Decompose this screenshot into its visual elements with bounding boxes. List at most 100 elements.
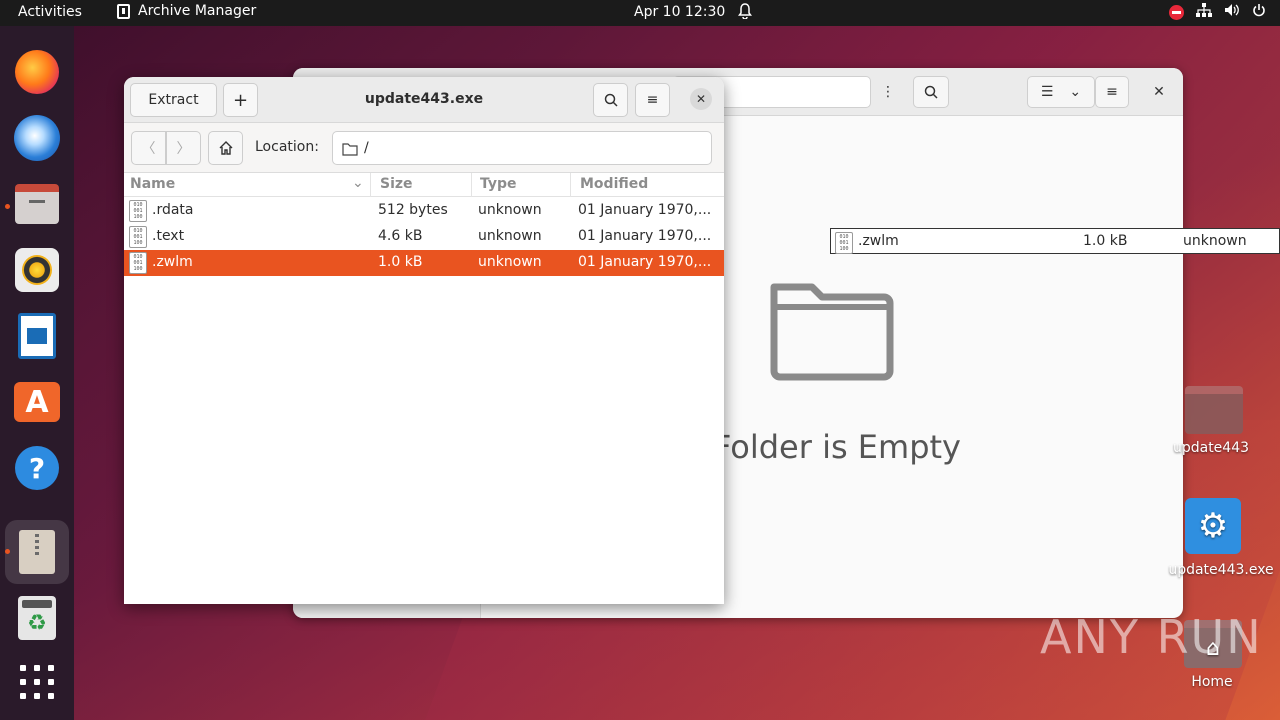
back-button[interactable]: 〈 (131, 131, 166, 165)
watermark: ANY RUN (1040, 610, 1263, 664)
archive-manager-window: Extract + update443.exe ≡ ✕ 〈 〉 Location… (124, 77, 724, 604)
close-icon: ✕ (695, 92, 707, 106)
view-toggle-button[interactable]: ☰ ⌄ (1027, 76, 1095, 108)
binary-file-icon: 010 001 100 (129, 252, 147, 274)
file-type: unknown (478, 202, 542, 218)
rhythmbox-icon (15, 248, 59, 292)
binary-file-icon: 010 001 100 (129, 200, 147, 222)
network-icon (1196, 3, 1212, 21)
desktop-icon-label: Home (1191, 674, 1233, 690)
search-button[interactable] (593, 83, 628, 117)
file-name: .zwlm (152, 254, 193, 270)
dock-files[interactable] (13, 180, 61, 228)
dock-trash[interactable]: ♻ (13, 594, 61, 642)
dock-rhythmbox[interactable] (13, 246, 61, 294)
home-icon (219, 141, 232, 155)
location-toolbar: 〈 〉 Location: / (124, 123, 724, 173)
fm-menu-button[interactable]: ≡ (1095, 76, 1129, 108)
column-size[interactable]: Size (380, 176, 413, 192)
forward-button[interactable]: 〉 (166, 131, 201, 165)
file-type: unknown (478, 228, 542, 244)
desktop-icon-exe[interactable]: ⚙ update443.exe (1168, 498, 1280, 578)
fm-close-button[interactable]: ✕ (1145, 76, 1173, 108)
location-field[interactable]: / (332, 131, 712, 165)
chevron-left-icon: 〈 (141, 141, 156, 157)
dock-firefox[interactable] (13, 48, 61, 96)
close-button[interactable]: ✕ (690, 88, 712, 110)
file-modified: 01 January 1970,... (578, 202, 712, 218)
archive-manager-icon (19, 530, 55, 574)
dock-writer[interactable] (13, 312, 61, 360)
column-name[interactable]: Name (130, 176, 175, 192)
show-apps-icon (20, 665, 54, 699)
do-not-disturb-icon (1169, 4, 1184, 20)
thunderbird-icon (14, 115, 60, 161)
home-button[interactable] (208, 131, 243, 165)
menu-button[interactable]: ≡ (635, 83, 670, 117)
app-center-icon: A (14, 382, 60, 422)
file-modified: 01 January 1970,... (578, 254, 712, 270)
gear-icon: ⚙ (1185, 498, 1241, 554)
file-size: 4.6 kB (378, 228, 423, 244)
chevron-right-icon: 〉 (176, 141, 191, 157)
firefox-icon (15, 50, 59, 94)
column-type[interactable]: Type (480, 176, 517, 192)
file-row-selected[interactable]: 010 001 100 .zwlm 1.0 kB unknown 01 Januar… (124, 250, 724, 276)
sort-chevron-down-icon: ⌄ (352, 175, 364, 191)
search-icon (604, 93, 618, 107)
binary-file-icon: 010 001 100 (129, 226, 147, 248)
hamburger-icon: ≡ (1106, 84, 1118, 100)
file-row[interactable]: 010 001 100 .rdata 512 bytes unknown 01 Ja… (124, 198, 724, 224)
notification-bell-icon[interactable] (738, 3, 752, 23)
desktop-icon-folder[interactable]: update443 (1173, 386, 1280, 456)
file-name: .rdata (152, 202, 194, 218)
dock-show-apps[interactable] (13, 658, 61, 706)
fm-search-button[interactable] (913, 76, 949, 108)
location-label: Location: (255, 139, 319, 155)
dock-thunderbird[interactable] (13, 114, 61, 162)
dock-archive-manager[interactable] (13, 528, 61, 576)
dock-app-center[interactable]: A (13, 378, 61, 426)
window-title: update443.exe (364, 91, 484, 107)
file-name: .text (152, 228, 185, 244)
file-size: 1.0 kB (378, 254, 423, 270)
running-indicator (5, 549, 10, 554)
column-modified[interactable]: Modified (580, 176, 648, 192)
volume-icon (1224, 3, 1240, 21)
empty-folder-message: Folder is Empty (713, 428, 961, 466)
file-modified: 01 January 1970,... (578, 228, 712, 244)
drag-ghost-row: 010 001 100 .zwlm 1.0 kB unknown (830, 228, 1280, 254)
activities-button[interactable]: Activities (18, 4, 82, 20)
dock: A ? ♻ (0, 26, 74, 720)
list-view-icon: ☰ (1040, 84, 1054, 100)
close-icon: ✕ (1153, 84, 1165, 100)
desktop-icon-label: update443.exe (1168, 562, 1274, 578)
binary-file-icon: 010 001 100 (835, 232, 853, 254)
system-tray[interactable] (1169, 3, 1266, 21)
help-icon: ? (15, 446, 59, 490)
app-menu-label: Archive Manager (138, 3, 257, 19)
column-headers: Name ⌄ Size Type Modified (124, 173, 724, 197)
trash-icon: ♻ (18, 596, 56, 640)
power-icon (1252, 3, 1266, 21)
hamburger-icon: ≡ (646, 92, 659, 108)
libreoffice-writer-icon (18, 313, 56, 359)
running-indicator (5, 204, 10, 209)
clock[interactable]: Apr 10 12:30 (634, 4, 725, 20)
ghost-file-name: .zwlm (858, 233, 899, 249)
file-type: unknown (478, 254, 542, 270)
file-row[interactable]: 010 001 100 .text 4.6 kB unknown 01 Januar… (124, 224, 724, 250)
search-icon (924, 85, 938, 99)
more-options-icon[interactable]: ⋮ (875, 76, 901, 108)
files-icon (15, 184, 59, 224)
app-menu[interactable]: Archive Manager (117, 3, 256, 19)
folder-icon (342, 141, 358, 160)
empty-folder-icon (768, 273, 896, 385)
chevron-down-icon: ⌄ (1069, 84, 1082, 100)
top-bar: Activities Archive Manager Apr 10 12:30 (0, 0, 1280, 26)
file-size: 512 bytes (378, 202, 448, 218)
location-value: / (364, 140, 369, 156)
ghost-file-type: unknown (1183, 233, 1247, 249)
dock-help[interactable]: ? (13, 444, 61, 492)
ghost-file-size: 1.0 kB (1083, 233, 1128, 249)
